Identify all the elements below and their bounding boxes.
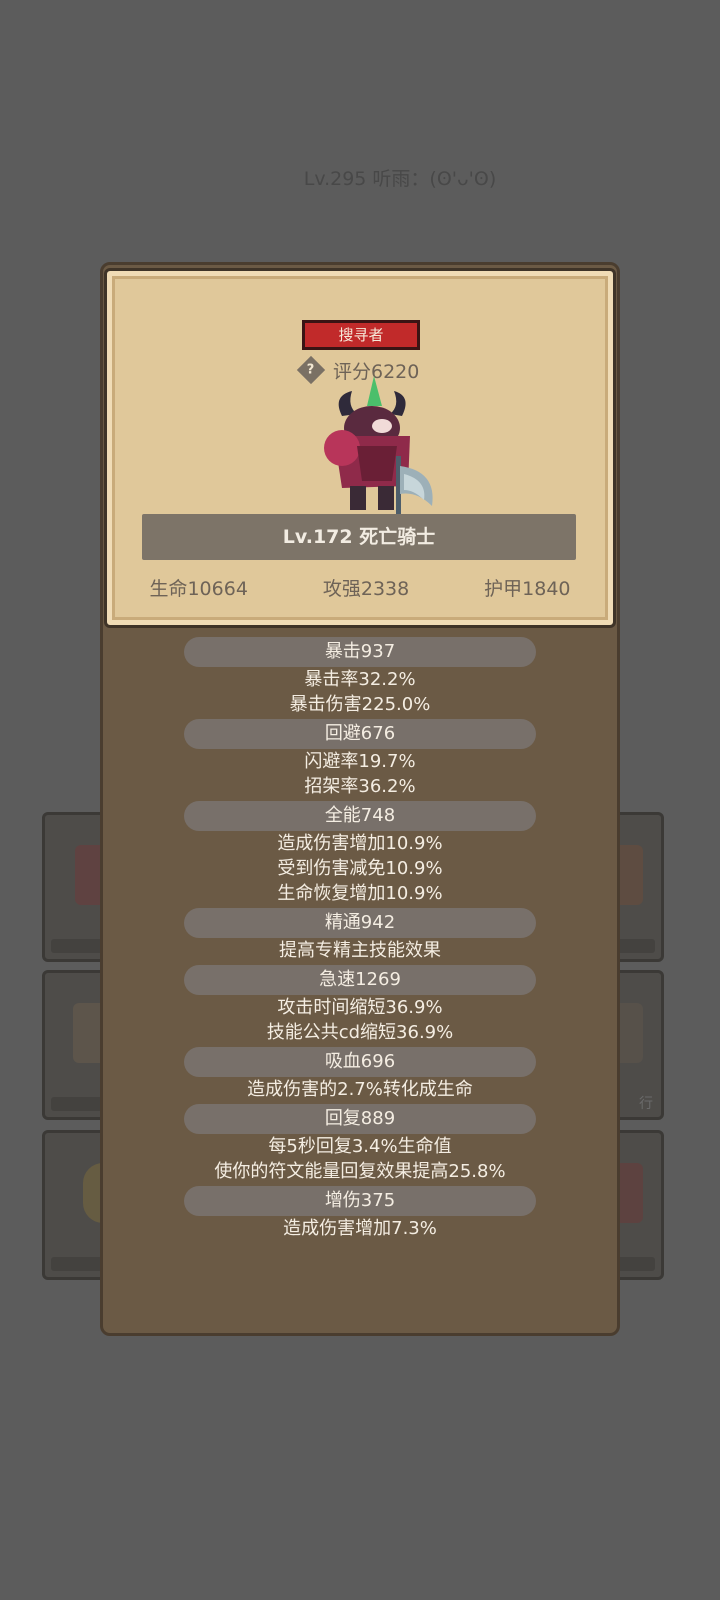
player-level-name: Lv.295 听雨：(ʘ'ᴗ'ʘ) <box>303 168 497 190</box>
stat-group-avoidance: 回避676 闪避率19.7% 招架率36.2% <box>103 719 617 799</box>
stat-detail: 使你的符文能量回复效果提高25.8% <box>214 1161 506 1182</box>
stat-group-header: 急速1269 <box>184 965 536 995</box>
stat-detail: 造成伤害的2.7%转化成生命 <box>247 1079 473 1100</box>
stat-detail: 暴击伤害225.0% <box>289 694 431 715</box>
stat-group-header: 回避676 <box>184 719 536 749</box>
attribute-list: 暴击937 暴击率32.2% 暴击伤害225.0% 回避676 闪避率19.7%… <box>103 637 617 1243</box>
character-detail-panel: 搜寻者 ? 评分6220 Lv.172 死亡骑士 生命10664 攻强2338 … <box>100 262 620 1336</box>
stat-group-haste: 急速1269 攻击时间缩短36.9% 技能公共cd缩短36.9% <box>103 965 617 1045</box>
stat-group-header: 吸血696 <box>184 1047 536 1077</box>
stat-detail: 招架率36.2% <box>304 776 416 797</box>
stat-group-header: 增伤375 <box>184 1186 536 1216</box>
stat-group-damage-bonus: 增伤375 造成伤害增加7.3% <box>103 1186 617 1241</box>
hp-stat: 生命10664 <box>149 578 248 600</box>
armor-stat: 护甲1840 <box>484 578 571 600</box>
stat-detail: 攻击时间缩短36.9% <box>277 997 443 1018</box>
stat-group-header: 全能748 <box>184 801 536 831</box>
stat-detail: 闪避率19.7% <box>304 751 416 772</box>
stat-detail: 受到伤害减免10.9% <box>277 858 443 879</box>
base-stats-row: 生命10664 攻强2338 护甲1840 <box>112 574 608 601</box>
stat-detail: 每5秒回复3.4%生命值 <box>268 1136 452 1157</box>
attack-stat: 攻强2338 <box>322 578 410 600</box>
slot-label: 行 <box>639 1096 653 1112</box>
stat-detail: 造成伤害增加10.9% <box>277 833 443 854</box>
stat-group-versatility: 全能748 造成伤害增加10.9% 受到伤害减免10.9% 生命恢复增加10.9… <box>103 801 617 906</box>
character-name-banner: Lv.172 死亡骑士 <box>142 514 576 560</box>
stat-group-mastery: 精通942 提高专精主技能效果 <box>103 908 617 963</box>
stat-group-header: 暴击937 <box>184 637 536 667</box>
stat-detail: 造成伤害增加7.3% <box>283 1218 437 1239</box>
stat-detail: 暴击率32.2% <box>304 669 416 690</box>
class-badge: 搜寻者 <box>302 320 420 350</box>
death-knight-sprite <box>324 376 433 516</box>
stat-group-regen: 回复889 每5秒回复3.4%生命值 使你的符文能量回复效果提高25.8% <box>103 1104 617 1184</box>
stat-detail: 技能公共cd缩短36.9% <box>266 1022 454 1043</box>
stat-detail: 生命恢复增加10.9% <box>277 883 443 904</box>
stat-group-crit: 暴击937 暴击率32.2% 暴击伤害225.0% <box>103 637 617 717</box>
stat-group-header: 回复889 <box>184 1104 536 1134</box>
stat-group-header: 精通942 <box>184 908 536 938</box>
character-card: 搜寻者 ? 评分6220 Lv.172 死亡骑士 生命10664 攻强2338 … <box>107 271 613 625</box>
stat-group-leech: 吸血696 造成伤害的2.7%转化成生命 <box>103 1047 617 1102</box>
stat-detail: 提高专精主技能效果 <box>279 940 441 961</box>
